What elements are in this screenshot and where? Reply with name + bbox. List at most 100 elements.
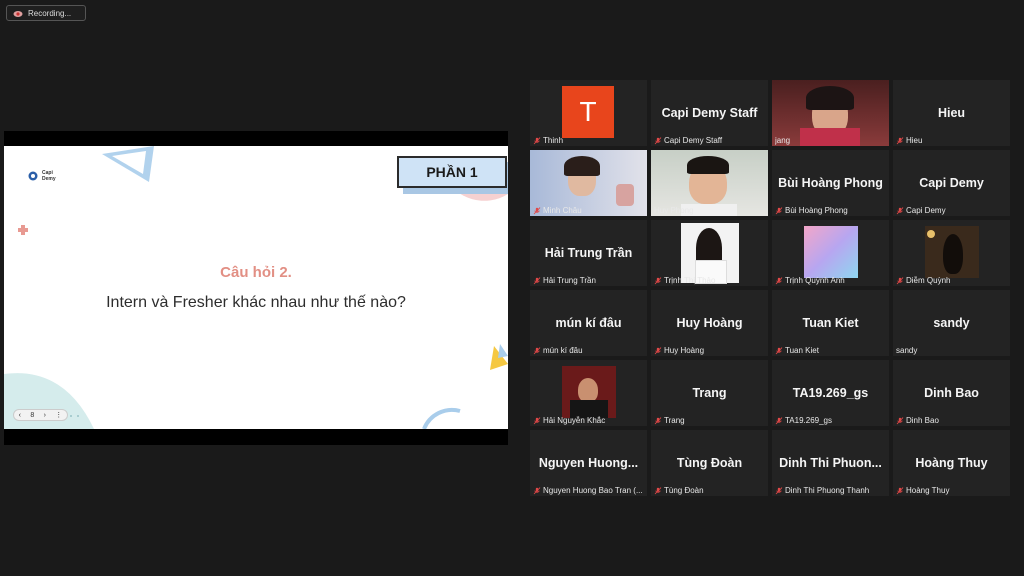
prev-slide-icon[interactable]: ‹ <box>19 412 21 419</box>
slide-navigation[interactable]: ‹ 8 › ⋮ <box>13 409 68 421</box>
participant-name: Capi Demy <box>906 206 946 215</box>
muted-mic-icon <box>654 416 662 424</box>
participant-tile[interactable]: Dinh Bao Dinh Bao <box>893 360 1010 426</box>
participant-name-label: Dinh Bao <box>896 416 1007 425</box>
participant-tile[interactable]: Tuan Kiet Tuan Kiet <box>772 290 889 356</box>
participant-tile[interactable]: Minh Châu <box>530 150 647 216</box>
participant-tile[interactable]: T Thinh <box>530 80 647 146</box>
participant-name-label: TA19.269_gs <box>775 416 886 425</box>
cloud-record-icon <box>13 11 23 17</box>
participant-name: Huy Phong <box>654 206 694 215</box>
participant-tile[interactable]: Huy Phong <box>651 150 768 216</box>
participant-name: Tuan Kiet <box>785 346 819 355</box>
participant-display-name: Hải Trung Trần <box>544 246 633 260</box>
participant-display-name: Dinh Thi Phuon... <box>779 456 882 470</box>
muted-mic-icon <box>896 136 904 144</box>
participant-name: jang <box>775 136 791 145</box>
participant-name-label: Bùi Hoàng Phong <box>775 206 886 215</box>
participant-tile[interactable]: Tùng Đoàn Tùng Đoàn <box>651 430 768 496</box>
participant-tile[interactable]: Nguyen Huong... Nguyen Huong Bao Tran (..… <box>530 430 647 496</box>
participant-name: Nguyen Huong Bao Tran (... <box>543 486 643 495</box>
participant-display-name: mún kí đâu <box>555 316 622 330</box>
participant-display-name: Hoàng Thuy <box>915 456 988 470</box>
participant-tile[interactable]: Hoàng Thuy Hoàng Thuy <box>893 430 1010 496</box>
participant-tile[interactable]: TA19.269_gs TA19.269_gs <box>772 360 889 426</box>
participant-display-name: Huy Hoàng <box>676 316 743 330</box>
participant-name: Trang <box>664 416 685 425</box>
muted-mic-icon <box>896 206 904 214</box>
participant-tile[interactable]: Trang Trang <box>651 360 768 426</box>
participant-display-name: Capi Demy <box>919 176 984 190</box>
next-slide-icon[interactable]: › <box>44 412 46 419</box>
participant-name-label: Tuan Kiet <box>775 346 886 355</box>
participant-display-name: Bùi Hoàng Phong <box>778 176 883 190</box>
participant-gallery: T Thinh Capi Demy Staff Capi Demy Staff jang… <box>530 80 1010 496</box>
participant-tile[interactable]: Capi Demy Staff Capi Demy Staff <box>651 80 768 146</box>
participant-name-label: Hoàng Thuy <box>896 486 1007 495</box>
participant-name: Diễm Quỳnh <box>906 276 951 285</box>
participant-display-name: Hieu <box>937 106 966 120</box>
participant-name-label: Trịnh Quỳnh Anh <box>775 276 886 285</box>
participant-name-label: Tùng Đoàn <box>654 486 765 495</box>
muted-mic-icon <box>775 346 783 354</box>
participant-name: Hải Trung Trần <box>543 276 596 285</box>
participant-name-label: Huy Phong <box>654 206 765 215</box>
participant-tile[interactable]: jang <box>772 80 889 146</box>
participant-name-label: Thinh <box>533 136 644 145</box>
muted-mic-icon <box>775 416 783 424</box>
participant-name: Dinh Bao <box>906 416 939 425</box>
muted-mic-icon <box>654 276 662 284</box>
muted-mic-icon <box>533 486 541 494</box>
participant-display-name: Capi Demy Staff <box>661 106 758 120</box>
participant-name-label: Hải Trung Trần <box>533 276 644 285</box>
participant-name-label: Diễm Quỳnh <box>896 276 1007 285</box>
slide-page-number: 8 <box>30 411 35 419</box>
participant-display-name: sandy <box>933 316 970 330</box>
participant-name: sandy <box>896 346 918 355</box>
participant-display-name: Tùng Đoàn <box>676 456 743 470</box>
participant-name: Minh Châu <box>543 206 582 215</box>
participant-name: Dinh Thi Phuong Thanh <box>785 486 870 495</box>
participant-tile[interactable]: Hải Trung Trần Hải Trung Trần <box>530 220 647 286</box>
participant-tile[interactable]: Bùi Hoàng Phong Bùi Hoàng Phong <box>772 150 889 216</box>
participant-tile[interactable]: sandy sandy <box>893 290 1010 356</box>
participant-name-label: jang <box>775 136 886 145</box>
participant-display-name: Trang <box>692 386 727 400</box>
participant-name-label: Nguyen Huong Bao Tran (... <box>533 486 644 495</box>
participant-tile[interactable]: Trịnh Quỳnh Anh <box>772 220 889 286</box>
participant-name-label: Huy Hoàng <box>654 346 765 355</box>
presentation-slide: Capi Demy PHẦN 1 Câu hỏi 2. Intern và Fr… <box>4 146 508 429</box>
participant-name: Tùng Đoàn <box>664 486 704 495</box>
participant-tile[interactable]: mún kí đâu mún kí đâu <box>530 290 647 356</box>
shared-screen[interactable]: Capi Demy PHẦN 1 Câu hỏi 2. Intern và Fr… <box>4 131 508 445</box>
participant-name: Hieu <box>906 136 923 145</box>
participant-tile[interactable]: Trịnh Thị Thảo <box>651 220 768 286</box>
participant-name-label: Trịnh Thị Thảo <box>654 276 765 285</box>
question-text: Intern và Fresher khác nhau như thế nào? <box>106 294 406 311</box>
participant-name-label: sandy <box>896 346 1007 355</box>
participant-tile[interactable]: Diễm Quỳnh <box>893 220 1010 286</box>
participant-tile[interactable]: Capi Demy Capi Demy <box>893 150 1010 216</box>
participant-name-label: mún kí đâu <box>533 346 644 355</box>
muted-mic-icon <box>533 346 541 354</box>
muted-mic-icon <box>533 206 541 214</box>
capi-demy-logo: Capi Demy <box>28 170 62 182</box>
participant-tile[interactable]: Hieu Hieu <box>893 80 1010 146</box>
participant-tile[interactable]: Huy Hoàng Huy Hoàng <box>651 290 768 356</box>
more-options-icon[interactable]: ⋮ <box>55 411 62 419</box>
recording-indicator[interactable]: Recording... <box>6 5 86 21</box>
muted-mic-icon <box>775 486 783 494</box>
participant-name: Hải Nguyễn Khắc <box>543 416 606 425</box>
participant-display-name: Nguyen Huong... <box>538 456 639 470</box>
participant-name: Hoàng Thuy <box>906 486 950 495</box>
participant-display-name: Tuan Kiet <box>802 316 859 330</box>
capi-logo-icon <box>28 171 38 181</box>
muted-mic-icon <box>533 416 541 424</box>
participant-name: Trịnh Thị Thảo <box>664 276 716 285</box>
participant-name: Trịnh Quỳnh Anh <box>785 276 845 285</box>
question-title: Câu hỏi 2. <box>220 264 292 281</box>
muted-mic-icon <box>654 136 662 144</box>
participant-tile[interactable]: Hải Nguyễn Khắc <box>530 360 647 426</box>
participant-tile[interactable]: Dinh Thi Phuon... Dinh Thi Phuong Thanh <box>772 430 889 496</box>
avatar: T <box>562 86 614 138</box>
